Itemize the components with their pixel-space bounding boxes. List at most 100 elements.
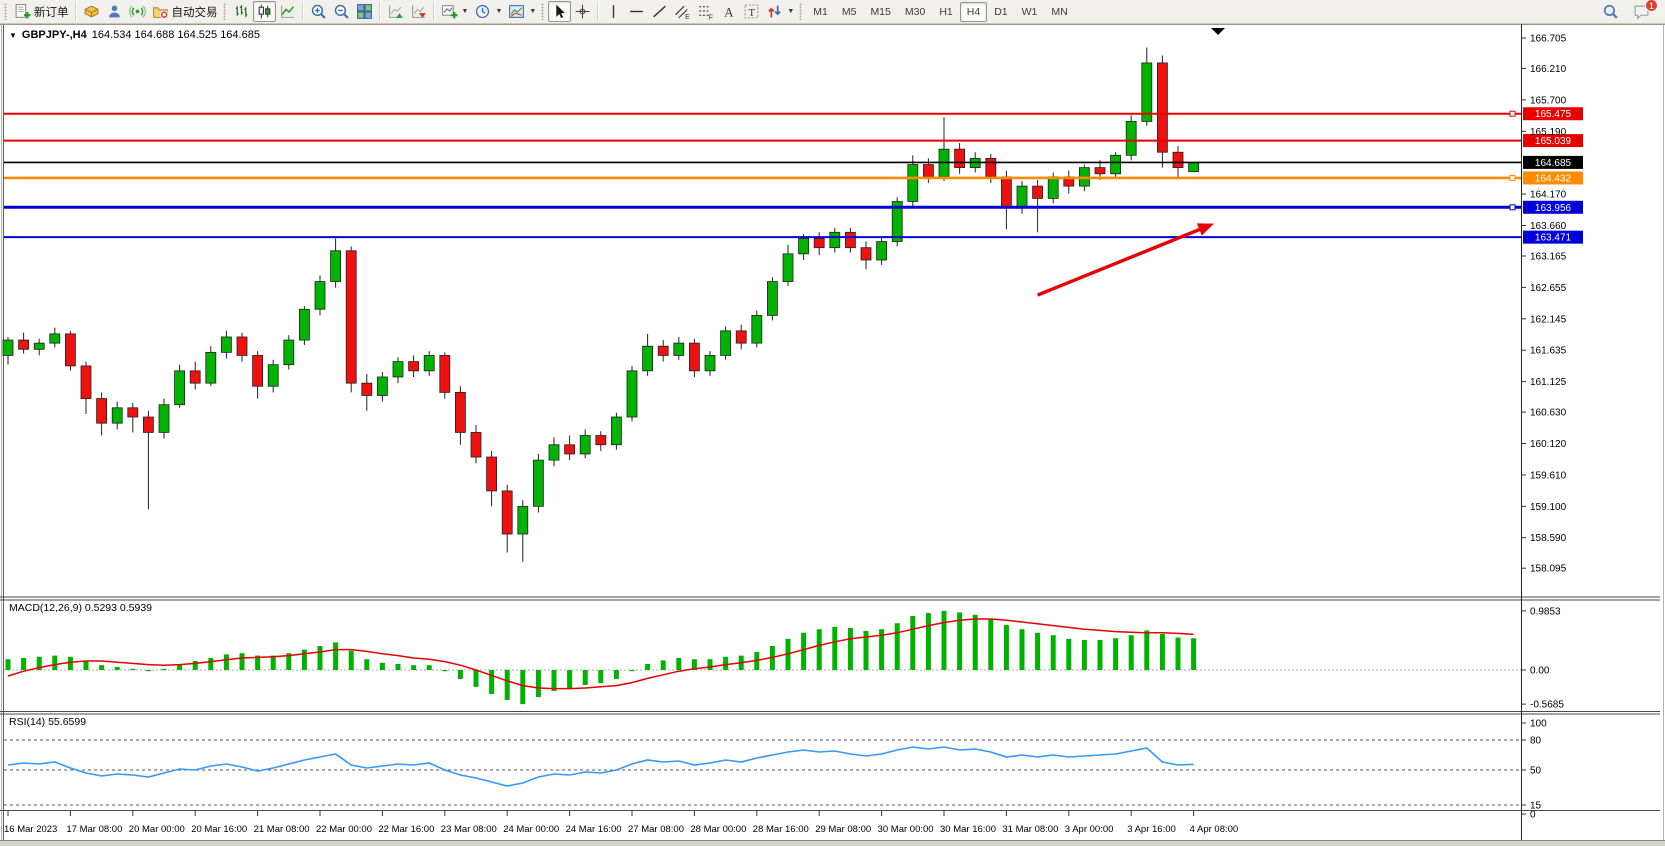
toolbar-grip[interactable] — [799, 3, 802, 20]
macd-bar — [832, 627, 837, 670]
timeframe-m5[interactable]: M5 — [835, 2, 864, 22]
macd-bar — [567, 670, 572, 688]
timeframe-w1[interactable]: W1 — [1015, 2, 1045, 22]
clock-icon — [474, 3, 491, 20]
line-chart-button[interactable] — [276, 1, 299, 22]
add-indicator-button[interactable]: ▼ — [438, 1, 472, 22]
svg-text:0.9853: 0.9853 — [1530, 606, 1561, 617]
profile-button[interactable] — [103, 1, 126, 22]
svg-text:A: A — [725, 5, 735, 19]
macd-bar — [895, 623, 900, 670]
zoom-out-button[interactable] — [330, 1, 353, 22]
candle-down — [440, 355, 450, 392]
macd-bar — [1051, 635, 1056, 670]
timeframe-m15[interactable]: M15 — [863, 2, 897, 22]
macd-bar — [130, 669, 135, 670]
indicator-list-button[interactable] — [407, 1, 430, 22]
macd-bar — [1082, 640, 1087, 670]
text-button[interactable]: A — [717, 1, 740, 22]
macd-bar — [1066, 639, 1071, 670]
text-label-button[interactable]: T — [740, 1, 763, 22]
timeframe-h1[interactable]: H1 — [932, 2, 959, 22]
market-watch-button[interactable] — [80, 1, 103, 22]
toolbar-grip[interactable] — [541, 3, 544, 20]
chat-button[interactable]: 1 — [1630, 1, 1653, 22]
chart-title: ▼ GBPJPY-,H4 164.534 164.688 164.525 164… — [9, 29, 260, 41]
macd-bar — [1144, 630, 1149, 670]
fibonacci-button[interactable]: F — [694, 1, 717, 22]
market-watch-icon — [83, 3, 100, 20]
candle-down — [955, 149, 965, 167]
dropdown-arrow-icon: ▼ — [462, 8, 469, 15]
horizontal-line-icon — [628, 3, 645, 20]
cursor-button[interactable] — [548, 1, 571, 22]
macd-bar — [302, 650, 307, 670]
timeframe-h4[interactable]: H4 — [960, 2, 987, 22]
svg-text:166.210: 166.210 — [1530, 64, 1567, 75]
svg-text:163.660: 163.660 — [1530, 221, 1567, 232]
candle-up — [877, 242, 887, 260]
candle-up — [705, 355, 715, 370]
equidistant-channel-button[interactable]: E — [671, 1, 694, 22]
candlestick-chart-icon — [256, 3, 273, 20]
macd-bar — [224, 654, 229, 670]
equidistant-channel-icon: E — [674, 3, 691, 20]
timeframe-m1[interactable]: M1 — [806, 2, 835, 22]
collapse-arrow-icon[interactable]: ▼ — [9, 31, 17, 40]
macd-bar — [458, 670, 463, 679]
indicator-window-button[interactable] — [384, 1, 407, 22]
search-button[interactable] — [1599, 1, 1622, 22]
candle-up — [175, 371, 185, 405]
candlestick-chart-button[interactable] — [253, 1, 276, 22]
toolbar-grip[interactable] — [4, 3, 7, 20]
notification-badge[interactable]: 1 — [1645, 0, 1658, 12]
arrows-button[interactable]: ▼ — [763, 1, 797, 22]
template-icon — [508, 3, 525, 20]
tile-windows-button[interactable] — [353, 1, 376, 22]
new-order-button[interactable]: 新订单 — [11, 1, 72, 22]
timeframe-m30[interactable]: M30 — [898, 2, 932, 22]
macd-bar — [1129, 635, 1134, 670]
timeframe-mn[interactable]: MN — [1044, 2, 1074, 22]
candle-up — [549, 445, 559, 460]
bar-chart-button[interactable] — [230, 1, 253, 22]
horizontal-line-button[interactable] — [625, 1, 648, 22]
candle-up — [299, 309, 309, 340]
macd-bar — [84, 661, 89, 670]
svg-text:163.165: 163.165 — [1530, 251, 1567, 262]
candle-up — [783, 254, 793, 282]
crosshair-button[interactable] — [571, 1, 594, 22]
auto-trading-button[interactable]: 自动交易 — [149, 1, 221, 22]
chart-ohlc: 164.534 164.688 164.525 164.685 — [92, 29, 260, 41]
svg-text:16 Mar 2023: 16 Mar 2023 — [4, 824, 57, 835]
timeframe-d1[interactable]: D1 — [987, 2, 1014, 22]
new-order-icon — [14, 3, 31, 20]
svg-text:160.630: 160.630 — [1530, 408, 1567, 419]
template-button[interactable]: ▼ — [505, 1, 539, 22]
macd-bar — [99, 665, 104, 670]
zoom-in-button[interactable] — [307, 1, 330, 22]
toolbar-grip[interactable] — [223, 3, 226, 20]
signals-button[interactable] — [126, 1, 149, 22]
period-button[interactable]: ▼ — [471, 1, 505, 22]
vertical-line-button[interactable] — [602, 1, 625, 22]
chart-canvas[interactable]: 165.475165.039164.685164.432163.956163.4… — [0, 24, 1665, 846]
svg-text:0.00: 0.00 — [1530, 666, 1550, 677]
candle-down — [736, 331, 746, 343]
candle-down — [455, 392, 465, 432]
candle-up — [206, 352, 216, 383]
candle-down — [861, 248, 871, 260]
rsi-label: RSI(14) 55.6599 — [9, 716, 86, 728]
svg-text:162.655: 162.655 — [1530, 283, 1567, 294]
macd-bar — [676, 658, 681, 670]
svg-text:50: 50 — [1530, 766, 1542, 777]
macd-bar — [630, 670, 635, 671]
svg-text:20 Mar 00:00: 20 Mar 00:00 — [129, 824, 185, 835]
svg-text:20 Mar 16:00: 20 Mar 16:00 — [191, 824, 247, 835]
macd-bar — [1035, 633, 1040, 670]
toolbar-separator — [75, 2, 77, 21]
macd-bar — [583, 670, 588, 685]
svg-text:3 Apr 16:00: 3 Apr 16:00 — [1127, 824, 1176, 835]
trendline-icon — [651, 3, 668, 20]
trendline-button[interactable] — [648, 1, 671, 22]
